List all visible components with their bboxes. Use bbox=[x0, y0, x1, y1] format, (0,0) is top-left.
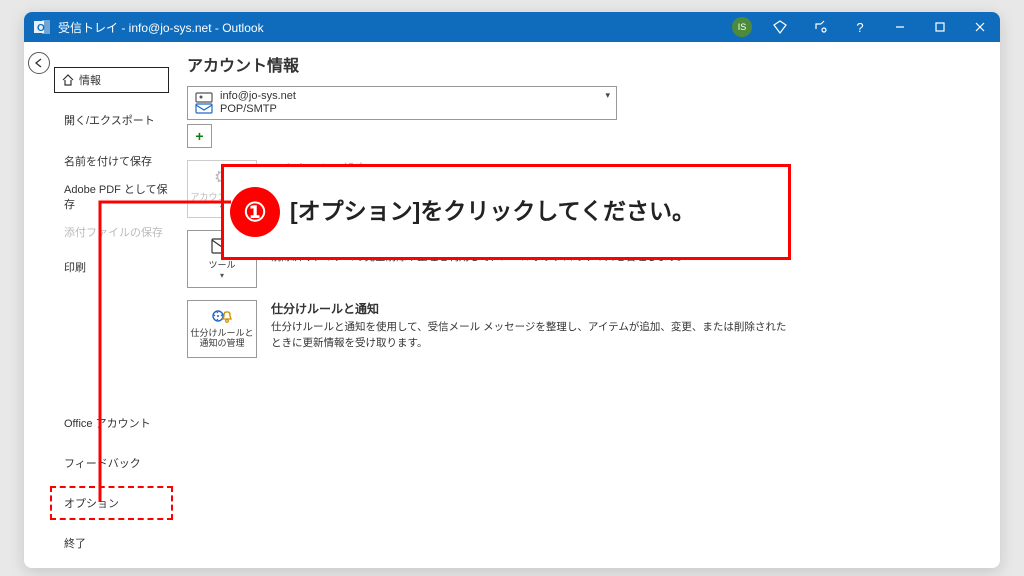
callout-text: [オプション]をクリックしてください。 bbox=[290, 196, 695, 227]
sidebar-label-info: 情報 bbox=[79, 72, 101, 88]
sidebar-label: 印刷 bbox=[64, 259, 86, 275]
tile-rules-alerts[interactable]: 仕分けルールと通知の管理 bbox=[187, 300, 257, 358]
account-selector[interactable]: info@jo-sys.net POP/SMTP ▾ bbox=[187, 86, 617, 120]
sidebar-label: オプション bbox=[64, 495, 119, 511]
chevron-down-icon: ▾ bbox=[605, 90, 610, 101]
chevron-down-icon: ▾ bbox=[220, 271, 224, 280]
outlook-window: O 受信トレイ - info@jo-sys.net - Outlook IS ? bbox=[24, 12, 1000, 568]
sidebar-item-options[interactable]: オプション bbox=[54, 490, 169, 516]
diamond-icon[interactable] bbox=[760, 12, 800, 42]
sidebar-label: 名前を付けて保存 bbox=[64, 155, 152, 169]
coming-soon-icon[interactable] bbox=[800, 12, 840, 42]
section-title: 仕分けルールと通知 bbox=[271, 300, 787, 317]
callout-number-badge: ① bbox=[230, 187, 280, 237]
add-account-button[interactable]: + bbox=[187, 124, 212, 148]
sidebar-item-print[interactable]: 印刷 bbox=[54, 254, 169, 280]
titlebar: O 受信トレイ - info@jo-sys.net - Outlook IS ? bbox=[24, 12, 1000, 42]
account-text: info@jo-sys.net POP/SMTP bbox=[220, 90, 296, 116]
backstage-sidebar: 情報 開く/エクスポート 名前を付けて保存 Adobe PDF として保存 添付… bbox=[54, 42, 169, 568]
minimize-button[interactable] bbox=[880, 12, 920, 42]
section-body: 仕分けルールと通知 仕分けルールと通知を使用して、受信メール メッセージを整理し… bbox=[271, 300, 787, 358]
sidebar-label: 開く/エクスポート bbox=[64, 112, 155, 128]
sidebar-item-adobe-pdf[interactable]: Adobe PDF として保存 bbox=[54, 183, 169, 212]
home-icon bbox=[61, 73, 75, 87]
maximize-button[interactable] bbox=[920, 12, 960, 42]
window-title: 受信トレイ - info@jo-sys.net - Outlook bbox=[58, 19, 732, 36]
sidebar-label: 添付ファイルの保存 bbox=[64, 226, 163, 240]
titlebar-right: IS ? bbox=[732, 12, 1000, 42]
sidebar-label: Adobe PDF として保存 bbox=[64, 183, 169, 212]
user-avatar[interactable]: IS bbox=[732, 17, 752, 37]
account-protocol: POP/SMTP bbox=[220, 103, 296, 116]
sidebar-label: フィードバック bbox=[64, 455, 141, 471]
section-desc: 仕分けルールと通知を使用して、受信メール メッセージを整理し、アイテムが追加、変… bbox=[271, 320, 787, 352]
back-button[interactable] bbox=[28, 52, 50, 74]
account-icon bbox=[194, 91, 214, 115]
account-email: info@jo-sys.net bbox=[220, 90, 296, 103]
tile-label: 仕分けルールと通知の管理 bbox=[188, 329, 256, 349]
sidebar-item-save-as[interactable]: 名前を付けて保存 bbox=[54, 155, 169, 169]
svg-text:O: O bbox=[37, 23, 45, 34]
instruction-callout: ① [オプション]をクリックしてください。 bbox=[221, 164, 791, 260]
help-icon[interactable]: ? bbox=[840, 12, 880, 42]
content-area: 情報 開く/エクスポート 名前を付けて保存 Adobe PDF として保存 添付… bbox=[24, 42, 1000, 568]
sidebar-label: 終了 bbox=[64, 535, 86, 551]
sidebar-item-attachment-save: 添付ファイルの保存 bbox=[54, 226, 169, 240]
sidebar-item-info[interactable]: 情報 bbox=[54, 67, 169, 93]
main-panel: アカウント情報 info@jo-sys.net POP/SMTP ▾ + ⚙ ア… bbox=[169, 42, 1000, 568]
sidebar-item-office-account[interactable]: Office アカウント bbox=[54, 410, 169, 436]
sidebar-item-feedback[interactable]: フィードバック bbox=[54, 450, 169, 476]
section-rules-alerts: 仕分けルールと通知の管理 仕分けルールと通知 仕分けルールと通知を使用して、受信… bbox=[187, 300, 787, 358]
close-button[interactable] bbox=[960, 12, 1000, 42]
sidebar-item-open-export[interactable]: 開く/エクスポート bbox=[54, 107, 169, 133]
sidebar-label: Office アカウント bbox=[64, 415, 151, 431]
outlook-app-icon: O bbox=[34, 19, 50, 35]
page-heading: アカウント情報 bbox=[187, 52, 982, 76]
sidebar-item-exit[interactable]: 終了 bbox=[54, 530, 169, 556]
rules-bell-icon bbox=[211, 309, 233, 327]
